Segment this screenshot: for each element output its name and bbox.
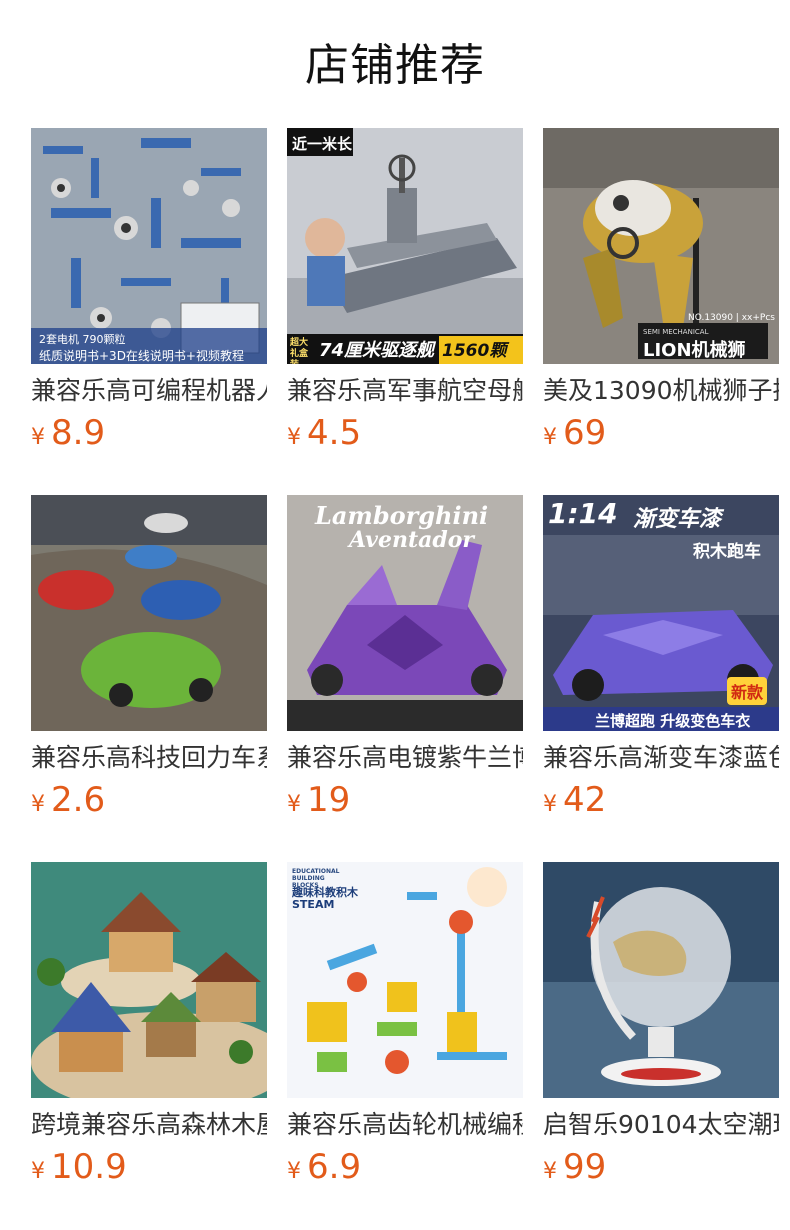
product-card[interactable]: 近一米长 超大礼盒装 74厘米驱逐舰 1560颗粒 兼容乐高军事航空母舰 ¥4.… [287,128,523,460]
product-image[interactable]: 1:14 渐变车漆 积木跑车 新款 兰博超跑 升级变色车衣 [543,495,779,731]
product-card[interactable]: EDUCATIONAL BUILDING BLOCKS 趣味科教积木 STEAM… [287,862,523,1194]
product-price: ¥99 [543,1146,779,1194]
product-card[interactable]: 1:14 渐变车漆 积木跑车 新款 兰博超跑 升级变色车衣 兼容乐高渐变车漆蓝色… [543,495,779,827]
product-card[interactable]: 跨境兼容乐高森林木屋街景 ¥10.9 [31,862,267,1194]
overlay-logo: LION机械狮 [643,340,746,361]
product-name[interactable]: 兼容乐高电镀紫牛兰博基尼 [287,741,523,775]
product-image[interactable]: Lamborghini Aventador [287,495,523,731]
price-value: 69 [563,413,607,453]
overlay-sub: STEAM [292,898,335,911]
currency-symbol: ¥ [31,425,45,450]
price-value: 6.9 [307,1147,362,1187]
product-image[interactable]: NO.13090 | xx+Pcs SEMI MECHANICAL LION机械… [543,128,779,364]
currency-symbol: ¥ [287,1159,301,1184]
product-card[interactable]: NO.13090 | xx+Pcs SEMI MECHANICAL LION机械… [543,128,779,460]
section-title: 店铺推荐 [305,40,485,91]
product-image[interactable] [31,862,267,1098]
currency-symbol: ¥ [287,425,301,450]
product-price: ¥10.9 [31,1146,267,1194]
price-value: 19 [307,780,351,820]
product-price: ¥42 [543,779,779,827]
overlay-code: NO.13090 | xx+Pcs [688,313,775,323]
product-name[interactable]: 兼容乐高军事航空母舰 [287,374,523,408]
currency-symbol: ¥ [543,1159,557,1184]
product-price: ¥6.9 [287,1146,523,1194]
product-card[interactable]: 启智乐90104太空潮玩地球仪 ¥99 [543,862,779,1194]
overlay-title: 渐变车漆 [633,507,722,532]
product-price: ¥4.5 [287,412,523,460]
product-image[interactable] [543,862,779,1098]
price-value: 2.6 [51,780,106,820]
price-value: 8.9 [51,413,106,453]
product-card[interactable]: 2套电机 790颗粒 纸质说明书+3D在线说明书+视频教程 兼容乐高可编程机器人… [31,128,267,460]
currency-symbol: ¥ [543,792,557,817]
product-name[interactable]: 兼容乐高渐变车漆蓝色跑车 [543,741,779,775]
product-name[interactable]: 兼容乐高科技回力车系列 [31,741,267,775]
overlay-scale: 1:14 [548,497,618,530]
currency-symbol: ¥ [31,792,45,817]
price-value: 42 [563,780,607,820]
currency-symbol: ¥ [287,792,301,817]
product-price: ¥8.9 [31,412,267,460]
product-image[interactable]: 2套电机 790颗粒 纸质说明书+3D在线说明书+视频教程 [31,128,267,364]
product-name[interactable]: 跨境兼容乐高森林木屋街景 [31,1108,267,1142]
overlay-script: Lamborghini [315,501,489,530]
price-value: 99 [563,1147,607,1187]
overlay-banner: 74厘米驱逐舰 [319,340,435,361]
product-name[interactable]: 美及13090机械狮子摆件 [543,374,779,408]
price-value: 4.5 [307,413,362,453]
product-image[interactable] [31,495,267,731]
product-name[interactable]: 启智乐90104太空潮玩地球仪 [543,1108,779,1142]
product-card[interactable]: Lamborghini Aventador 兼容乐高电镀紫牛兰博基尼 ¥19 [287,495,523,827]
product-image[interactable]: EDUCATIONAL BUILDING BLOCKS 趣味科教积木 STEAM [287,862,523,1098]
overlay-text: 超大礼盒装 [290,338,309,364]
product-image[interactable]: 近一米长 超大礼盒装 74厘米驱逐舰 1560颗粒 [287,128,523,364]
overlay-series: SEMI MECHANICAL [643,328,709,336]
overlay-text: 纸质说明书+3D在线说明书+视频教程 [39,349,244,363]
overlay-text: 2套电机 790颗粒 [39,333,126,346]
product-price: ¥2.6 [31,779,267,827]
overlay-bottom: 兰博超跑 升级变色车衣 [595,712,751,730]
product-name[interactable]: 兼容乐高齿轮机械编程积木 [287,1108,523,1142]
overlay-tag: 近一米长 [292,135,353,153]
overlay-count: 1560颗粒 [439,336,523,364]
overlay-script: Aventador [349,527,475,553]
product-price: ¥69 [543,412,779,460]
product-price: ¥19 [287,779,523,827]
currency-symbol: ¥ [543,425,557,450]
currency-symbol: ¥ [31,1159,45,1184]
price-value: 10.9 [51,1147,127,1187]
overlay-sub: 积木跑车 [693,542,761,562]
product-name[interactable]: 兼容乐高可编程机器人 [31,374,267,408]
new-badge: 新款 [727,677,768,705]
product-card[interactable]: 兼容乐高科技回力车系列 ¥2.6 [31,495,267,827]
